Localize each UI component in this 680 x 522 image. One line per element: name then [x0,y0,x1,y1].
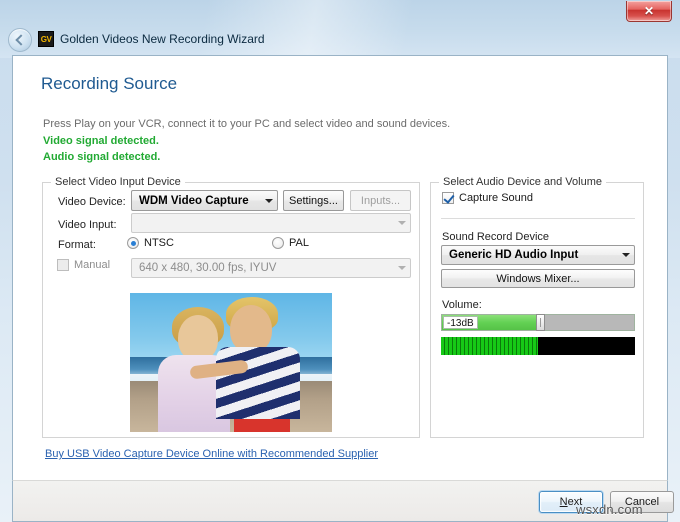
video-input-select [131,213,411,233]
radio-pal-label: PAL [289,237,309,249]
app-logo-icon: GV [38,31,54,47]
page-title: Recording Source [41,74,177,94]
volume-label: Volume: [442,299,482,311]
back-arrow-icon[interactable] [8,28,32,52]
video-signal-status: Video signal detected. [43,135,159,147]
video-device-select[interactable]: WDM Video Capture [131,190,278,211]
audio-signal-status: Audio signal detected. [43,151,160,163]
settings-button[interactable]: Settings... [283,190,344,211]
chevron-down-icon [393,221,410,225]
manual-checkbox-indicator [57,259,69,271]
video-input-group-legend: Select Video Input Device [51,176,185,188]
chevron-down-icon [617,253,634,257]
titlebar: GV Golden Videos New Recording Wizard ✕ [0,0,680,58]
volume-readout: -13dB [443,316,478,329]
next-button-label: Next [560,496,583,508]
radio-ntsc-indicator [127,237,139,249]
close-button[interactable]: ✕ [626,1,672,22]
volume-slider-handle[interactable] [536,314,545,331]
radio-pal[interactable]: PAL [272,237,309,249]
chevron-down-icon [393,266,410,270]
video-device-label: Video Device: [58,196,126,208]
capture-sound-checkbox-indicator [442,192,454,204]
video-preview [130,293,332,432]
audio-divider [441,218,635,219]
inputs-button: Inputs... [350,190,411,211]
next-button-suffix: ext [568,496,583,508]
app-logo-text: GV [41,35,52,44]
radio-ntsc[interactable]: NTSC [127,237,174,249]
cancel-button[interactable]: Cancel [610,491,674,513]
resolution-value: 640 x 480, 30.00 fps, IYUV [132,262,393,274]
next-button-accel: N [560,496,568,508]
windows-mixer-button[interactable]: Windows Mixer... [441,269,635,288]
button-bar: Next Cancel [12,480,668,522]
instructions-text: Press Play on your VCR, connect it to yo… [43,118,450,130]
wizard-window: GV Golden Videos New Recording Wizard ✕ … [0,0,680,522]
close-icon: ✕ [644,5,654,17]
chevron-down-icon [260,199,277,203]
format-label: Format: [58,239,96,251]
sound-record-device-select[interactable]: Generic HD Audio Input [441,245,635,265]
preview-boy-head [230,305,272,353]
resolution-select: 640 x 480, 30.00 fps, IYUV [131,258,411,278]
radio-ntsc-label: NTSC [144,237,174,249]
window-title: Golden Videos New Recording Wizard [60,32,265,46]
audio-level-fill [441,337,538,355]
capture-sound-label: Capture Sound [459,192,533,204]
audio-level-meter [441,337,635,355]
buy-capture-device-link[interactable]: Buy USB Video Capture Device Online with… [45,448,378,460]
next-button[interactable]: Next [539,491,603,513]
capture-sound-checkbox[interactable]: Capture Sound [442,192,533,204]
video-device-value: WDM Video Capture [132,195,260,207]
manual-checkbox[interactable]: Manual [57,259,110,271]
volume-slider[interactable]: -13dB [441,314,635,331]
audio-device-group-legend: Select Audio Device and Volume [439,176,606,188]
manual-checkbox-label: Manual [74,259,110,271]
radio-pal-indicator [272,237,284,249]
sound-record-device-value: Generic HD Audio Input [442,249,617,261]
video-input-label: Video Input: [58,219,117,231]
sound-record-device-label: Sound Record Device [442,231,549,243]
preview-boy-body [216,347,300,419]
